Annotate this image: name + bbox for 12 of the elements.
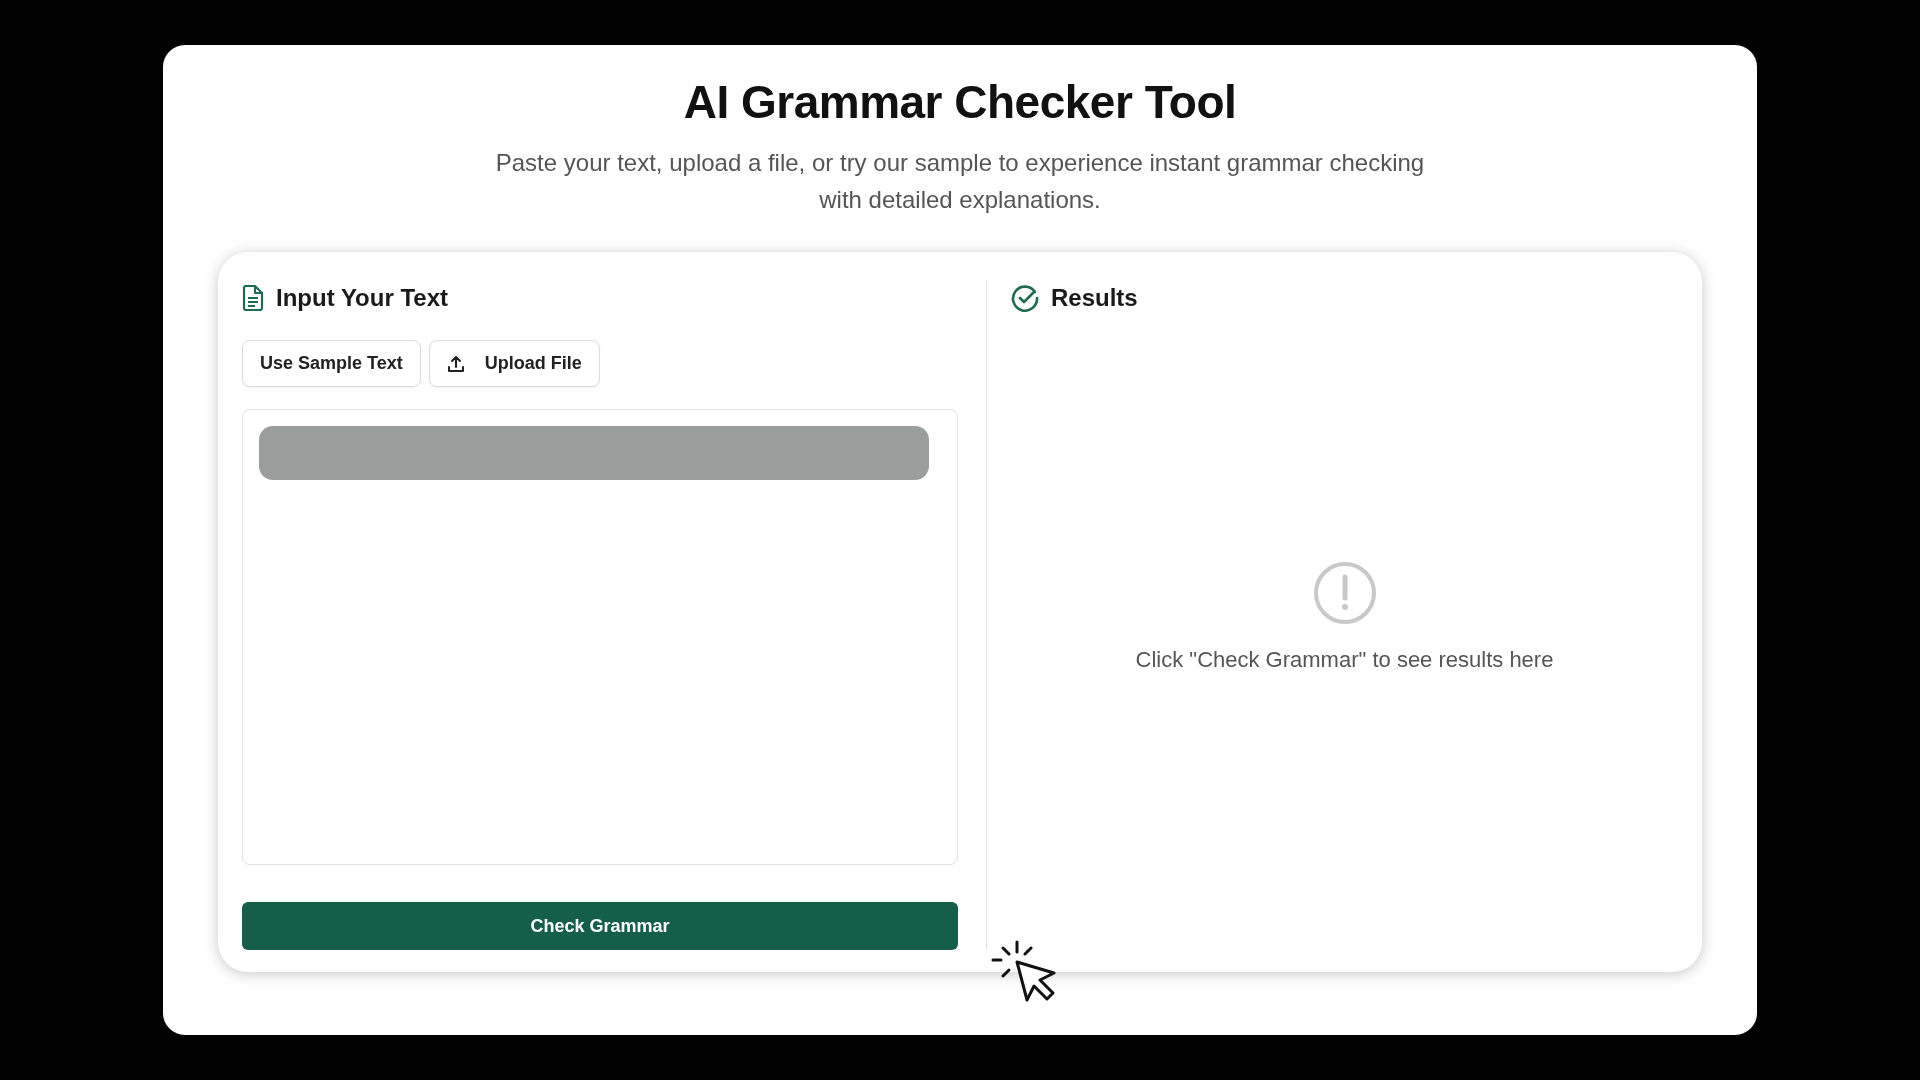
panel-heading: Input Your Text — [276, 283, 448, 314]
sample-text-button[interactable]: Use Sample Text — [242, 340, 421, 388]
text-input-field[interactable] — [242, 409, 958, 866]
upload-file-button[interactable]: Upload File — [428, 340, 600, 388]
empty-results-message: Click "Check Grammar" to see results here — [1135, 645, 1554, 674]
document-icon — [242, 285, 264, 312]
upload-icon — [446, 354, 465, 373]
page-subtitle: Paste your text, upload a file, or try our sample to experience instant grammar checking with detailed explanations. — [494, 148, 1426, 216]
check-grammar-button[interactable]: Check Grammar — [242, 902, 958, 951]
exclamation-circle-icon — [1312, 560, 1377, 625]
page-title: AI Grammar Checker Tool — [682, 75, 1238, 130]
panel-heading: Results — [1051, 283, 1138, 314]
